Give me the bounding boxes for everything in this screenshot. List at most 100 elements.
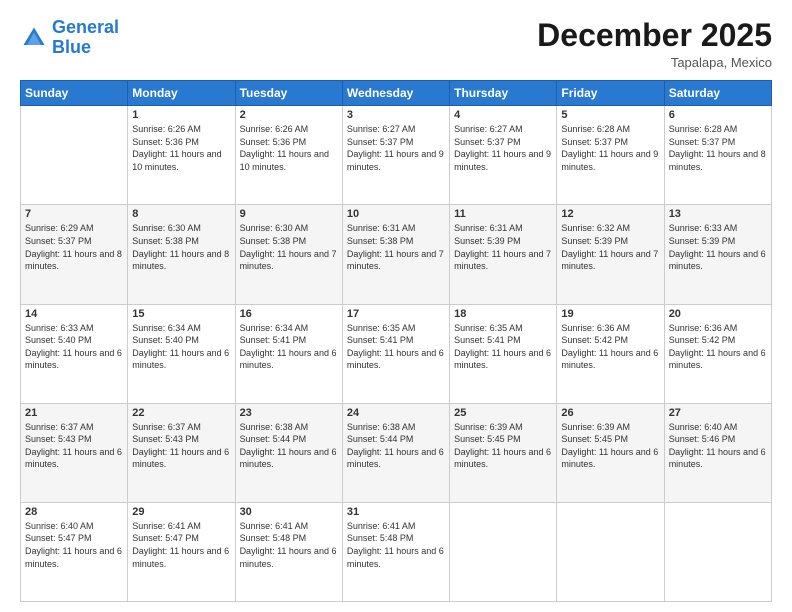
logo: General Blue [20,18,119,58]
calendar-cell: 10 Sunrise: 6:31 AM Sunset: 5:38 PM Dayli… [342,205,449,304]
calendar-cell: 3Sunrise: 6:27 AM Sunset: 5:37 PM Daylig… [342,106,449,205]
day-info: Sunrise: 6:40 AM Sunset: 5:46 PM Dayligh… [669,421,767,471]
day-info: Sunrise: 6:26 AM Sunset: 5:36 PM Dayligh… [240,123,338,173]
calendar-cell: 1Sunrise: 6:26 AM Sunset: 5:36 PM Daylig… [128,106,235,205]
day-number: 11 [454,208,552,220]
calendar-cell [450,502,557,601]
day-info: Sunrise: 6:30 AM Sunset: 5:38 PM Dayligh… [132,222,230,272]
day-info: Sunrise: 6:37 AM Sunset: 5:43 PM Dayligh… [132,421,230,471]
calendar-cell: 23 Sunrise: 6:38 AM Sunset: 5:44 PM Dayli… [235,403,342,502]
calendar-table: SundayMondayTuesdayWednesdayThursdayFrid… [20,80,772,602]
calendar-week-row: 28 Sunrise: 6:40 AM Sunset: 5:47 PM Dayli… [21,502,772,601]
day-info: Sunrise: 6:35 AM Sunset: 5:41 PM Dayligh… [454,322,552,372]
day-info: Sunrise: 6:39 AM Sunset: 5:45 PM Dayligh… [561,421,659,471]
day-number: 19 [561,308,659,320]
day-number: 22 [132,407,230,419]
day-number: 23 [240,407,338,419]
calendar-cell: 20 Sunrise: 6:36 AM Sunset: 5:42 PM Dayli… [664,304,771,403]
day-of-week-header: Friday [557,81,664,106]
day-number: 18 [454,308,552,320]
calendar-cell: 9 Sunrise: 6:30 AM Sunset: 5:38 PM Daylig… [235,205,342,304]
calendar-cell: 18 Sunrise: 6:35 AM Sunset: 5:41 PM Dayli… [450,304,557,403]
day-info: Sunrise: 6:36 AM Sunset: 5:42 PM Dayligh… [669,322,767,372]
day-number: 14 [25,308,123,320]
day-number: 10 [347,208,445,220]
calendar-cell: 21 Sunrise: 6:37 AM Sunset: 5:43 PM Dayli… [21,403,128,502]
calendar-week-row: 7 Sunrise: 6:29 AM Sunset: 5:37 PM Daylig… [21,205,772,304]
day-number: 12 [561,208,659,220]
day-number: 6 [669,109,767,121]
logo-icon [20,24,48,52]
day-number: 26 [561,407,659,419]
day-number: 17 [347,308,445,320]
calendar-cell: 22 Sunrise: 6:37 AM Sunset: 5:43 PM Dayli… [128,403,235,502]
logo-blue: Blue [52,37,91,57]
calendar-cell: 12 Sunrise: 6:32 AM Sunset: 5:39 PM Dayli… [557,205,664,304]
day-info: Sunrise: 6:41 AM Sunset: 5:48 PM Dayligh… [347,520,445,570]
page: General Blue December 2025 Tapalapa, Mex… [0,0,792,612]
day-number: 7 [25,208,123,220]
day-info: Sunrise: 6:41 AM Sunset: 5:47 PM Dayligh… [132,520,230,570]
calendar-cell: 13 Sunrise: 6:33 AM Sunset: 5:39 PM Dayli… [664,205,771,304]
day-info: Sunrise: 6:37 AM Sunset: 5:43 PM Dayligh… [25,421,123,471]
day-info: Sunrise: 6:26 AM Sunset: 5:36 PM Dayligh… [132,123,230,173]
day-of-week-header: Saturday [664,81,771,106]
location: Tapalapa, Mexico [537,55,772,70]
day-info: Sunrise: 6:41 AM Sunset: 5:48 PM Dayligh… [240,520,338,570]
calendar-cell [664,502,771,601]
logo-general: General [52,17,119,37]
day-number: 30 [240,506,338,518]
day-info: Sunrise: 6:27 AM Sunset: 5:37 PM Dayligh… [347,123,445,173]
day-info: Sunrise: 6:30 AM Sunset: 5:38 PM Dayligh… [240,222,338,272]
calendar-cell: 16Sunrise: 6:34 AM Sunset: 5:41 PM Dayli… [235,304,342,403]
day-number: 13 [669,208,767,220]
calendar-cell: 26 Sunrise: 6:39 AM Sunset: 5:45 PM Dayli… [557,403,664,502]
day-info: Sunrise: 6:28 AM Sunset: 5:37 PM Dayligh… [669,123,767,173]
calendar-cell: 14Sunrise: 6:33 AM Sunset: 5:40 PM Dayli… [21,304,128,403]
day-info: Sunrise: 6:27 AM Sunset: 5:37 PM Dayligh… [454,123,552,173]
day-of-week-header: Tuesday [235,81,342,106]
day-number: 2 [240,109,338,121]
day-number: 9 [240,208,338,220]
day-number: 28 [25,506,123,518]
day-info: Sunrise: 6:40 AM Sunset: 5:47 PM Dayligh… [25,520,123,570]
day-info: Sunrise: 6:36 AM Sunset: 5:42 PM Dayligh… [561,322,659,372]
calendar-cell: 6 Sunrise: 6:28 AM Sunset: 5:37 PM Daylig… [664,106,771,205]
day-info: Sunrise: 6:31 AM Sunset: 5:39 PM Dayligh… [454,222,552,272]
calendar-cell: 4 Sunrise: 6:27 AM Sunset: 5:37 PM Daylig… [450,106,557,205]
month-title: December 2025 [537,18,772,53]
day-info: Sunrise: 6:29 AM Sunset: 5:37 PM Dayligh… [25,222,123,272]
calendar-week-row: 1Sunrise: 6:26 AM Sunset: 5:36 PM Daylig… [21,106,772,205]
day-info: Sunrise: 6:39 AM Sunset: 5:45 PM Dayligh… [454,421,552,471]
calendar-cell [21,106,128,205]
day-number: 5 [561,109,659,121]
day-info: Sunrise: 6:38 AM Sunset: 5:44 PM Dayligh… [240,421,338,471]
day-number: 15 [132,308,230,320]
calendar-cell: 25 Sunrise: 6:39 AM Sunset: 5:45 PM Dayli… [450,403,557,502]
day-number: 21 [25,407,123,419]
day-info: Sunrise: 6:34 AM Sunset: 5:41 PM Dayligh… [240,322,338,372]
day-info: Sunrise: 6:34 AM Sunset: 5:40 PM Dayligh… [132,322,230,372]
day-number: 4 [454,109,552,121]
calendar-cell [557,502,664,601]
day-info: Sunrise: 6:33 AM Sunset: 5:39 PM Dayligh… [669,222,767,272]
day-info: Sunrise: 6:28 AM Sunset: 5:37 PM Dayligh… [561,123,659,173]
title-block: December 2025 Tapalapa, Mexico [537,18,772,70]
day-number: 25 [454,407,552,419]
calendar-cell: 24 Sunrise: 6:38 AM Sunset: 5:44 PM Dayli… [342,403,449,502]
calendar-week-row: 21 Sunrise: 6:37 AM Sunset: 5:43 PM Dayli… [21,403,772,502]
day-info: Sunrise: 6:38 AM Sunset: 5:44 PM Dayligh… [347,421,445,471]
calendar-cell: 19 Sunrise: 6:36 AM Sunset: 5:42 PM Dayli… [557,304,664,403]
day-info: Sunrise: 6:32 AM Sunset: 5:39 PM Dayligh… [561,222,659,272]
day-number: 20 [669,308,767,320]
day-number: 31 [347,506,445,518]
calendar-cell: 7 Sunrise: 6:29 AM Sunset: 5:37 PM Daylig… [21,205,128,304]
calendar-cell: 2 Sunrise: 6:26 AM Sunset: 5:36 PM Daylig… [235,106,342,205]
day-number: 24 [347,407,445,419]
calendar-cell: 30 Sunrise: 6:41 AM Sunset: 5:48 PM Dayli… [235,502,342,601]
day-of-week-header: Wednesday [342,81,449,106]
header: General Blue December 2025 Tapalapa, Mex… [20,18,772,70]
day-info: Sunrise: 6:31 AM Sunset: 5:38 PM Dayligh… [347,222,445,272]
calendar-cell: 11 Sunrise: 6:31 AM Sunset: 5:39 PM Dayli… [450,205,557,304]
calendar-cell: 5 Sunrise: 6:28 AM Sunset: 5:37 PM Daylig… [557,106,664,205]
